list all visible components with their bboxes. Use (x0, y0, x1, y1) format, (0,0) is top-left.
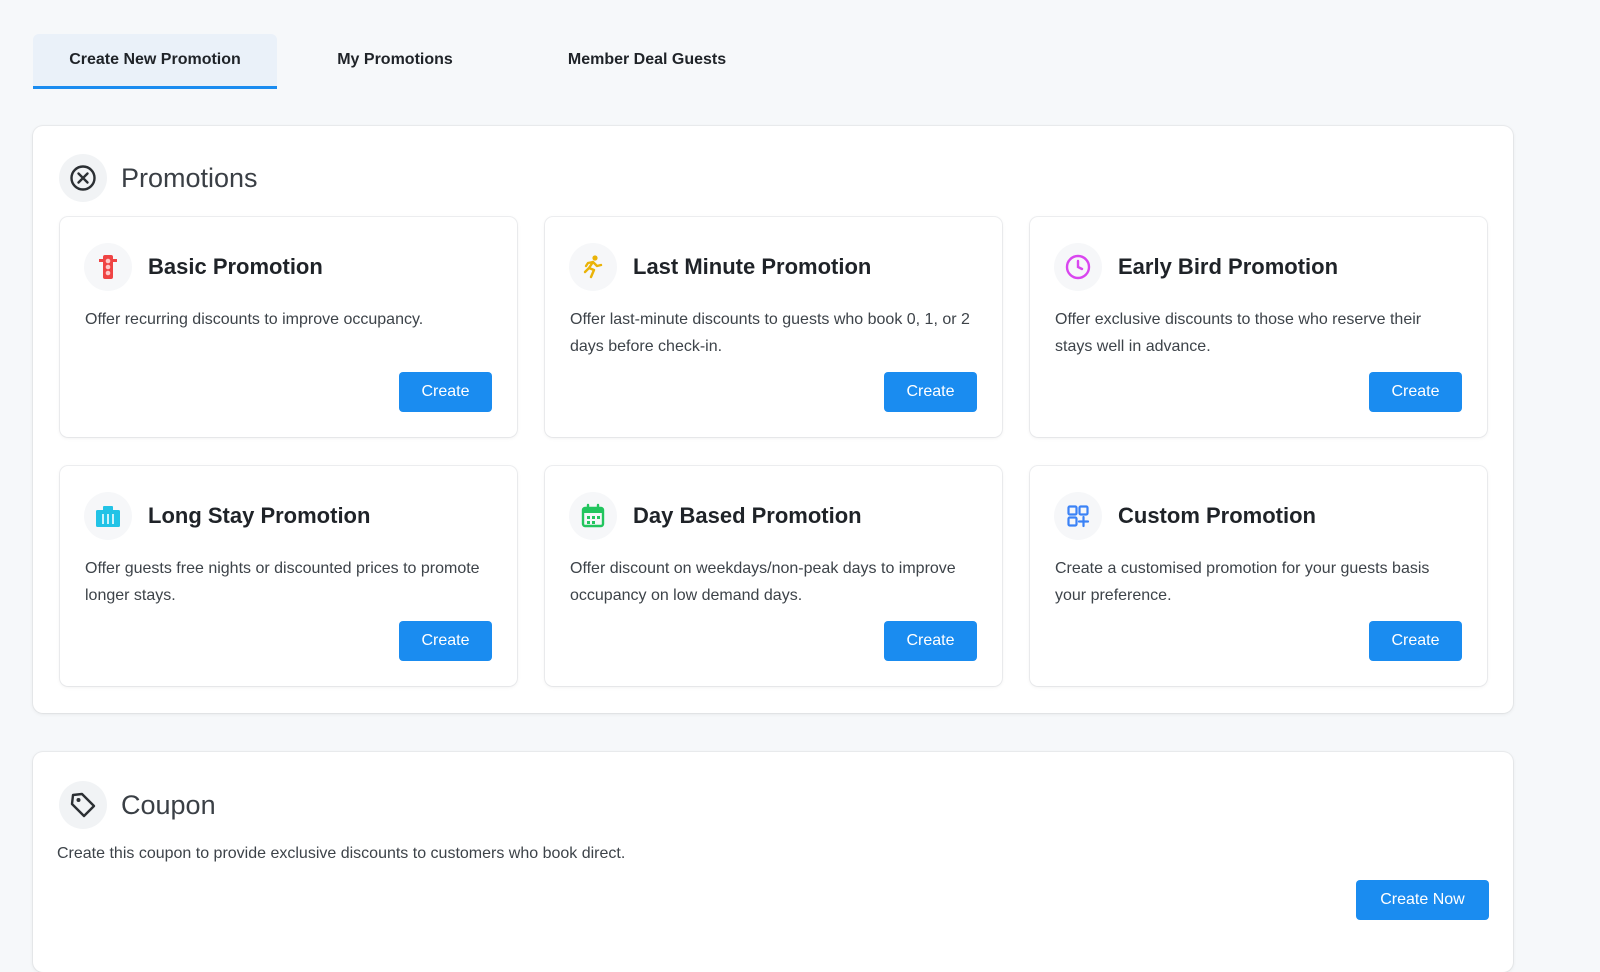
basic-promotion-card: Basic Promotion Offer recurring discount… (60, 217, 517, 437)
card-title: Day Based Promotion (633, 503, 862, 528)
tab-bar: Create New Promotion My Promotions Membe… (33, 34, 781, 89)
card-description: Offer discount on weekdays/non-peak days… (570, 560, 956, 604)
card-description: Offer recurring discounts to improve occ… (85, 311, 424, 328)
card-title: Long Stay Promotion (148, 503, 371, 528)
day-based-promotion-card: Day Based Promotion Offer discount on we… (545, 466, 1002, 686)
coupon-header: Coupon (59, 781, 216, 829)
promotions-panel: Promotions Basic Promotion Offer recurri… (33, 126, 1513, 713)
create-basic-promotion-button[interactable]: Create (399, 372, 492, 412)
create-early-bird-promotion-button[interactable]: Create (1369, 372, 1462, 412)
card-title: Last Minute Promotion (633, 254, 872, 279)
traffic-light-icon (84, 243, 132, 291)
tab-member-deal-guests[interactable]: Member Deal Guests (513, 34, 781, 89)
card-title: Custom Promotion (1118, 503, 1316, 528)
calendar-icon (569, 492, 617, 540)
coupon-title: Coupon (121, 789, 216, 820)
custom-promotion-card: Custom Promotion Create a customised pro… (1030, 466, 1487, 686)
card-description: Offer guests free nights or discounted p… (85, 560, 480, 604)
building-icon (84, 492, 132, 540)
early-bird-promotion-card: Early Bird Promotion Offer exclusive dis… (1030, 217, 1487, 437)
card-title: Early Bird Promotion (1118, 254, 1339, 279)
create-last-minute-promotion-button[interactable]: Create (884, 372, 977, 412)
coupon-description: Create this coupon to provide exclusive … (57, 845, 626, 862)
create-now-button[interactable]: Create Now (1356, 880, 1489, 920)
grid-icon (1054, 492, 1102, 540)
create-long-stay-promotion-button[interactable]: Create (399, 621, 492, 661)
create-custom-promotion-button[interactable]: Create (1369, 621, 1462, 661)
tab-my-promotions[interactable]: My Promotions (277, 34, 513, 89)
circle-x-icon (59, 154, 107, 202)
running-person-icon (569, 243, 617, 291)
card-description: Offer last-minute discounts to guests wh… (570, 311, 970, 355)
last-minute-promotion-card: Last Minute Promotion Offer last-minute … (545, 217, 1002, 437)
tab-create-new-promotion[interactable]: Create New Promotion (33, 34, 277, 89)
card-title: Basic Promotion (148, 254, 323, 279)
clock-icon (1054, 243, 1102, 291)
long-stay-promotion-card: Long Stay Promotion Offer guests free ni… (60, 466, 517, 686)
promotions-header: Promotions (59, 154, 258, 202)
card-description: Create a customised promotion for your g… (1055, 560, 1430, 604)
promotions-title: Promotions (121, 162, 258, 193)
create-day-based-promotion-button[interactable]: Create (884, 621, 977, 661)
coupon-panel: Coupon Create this coupon to provide exc… (33, 752, 1513, 972)
card-description: Offer exclusive discounts to those who r… (1055, 311, 1422, 355)
tag-icon (59, 781, 107, 829)
